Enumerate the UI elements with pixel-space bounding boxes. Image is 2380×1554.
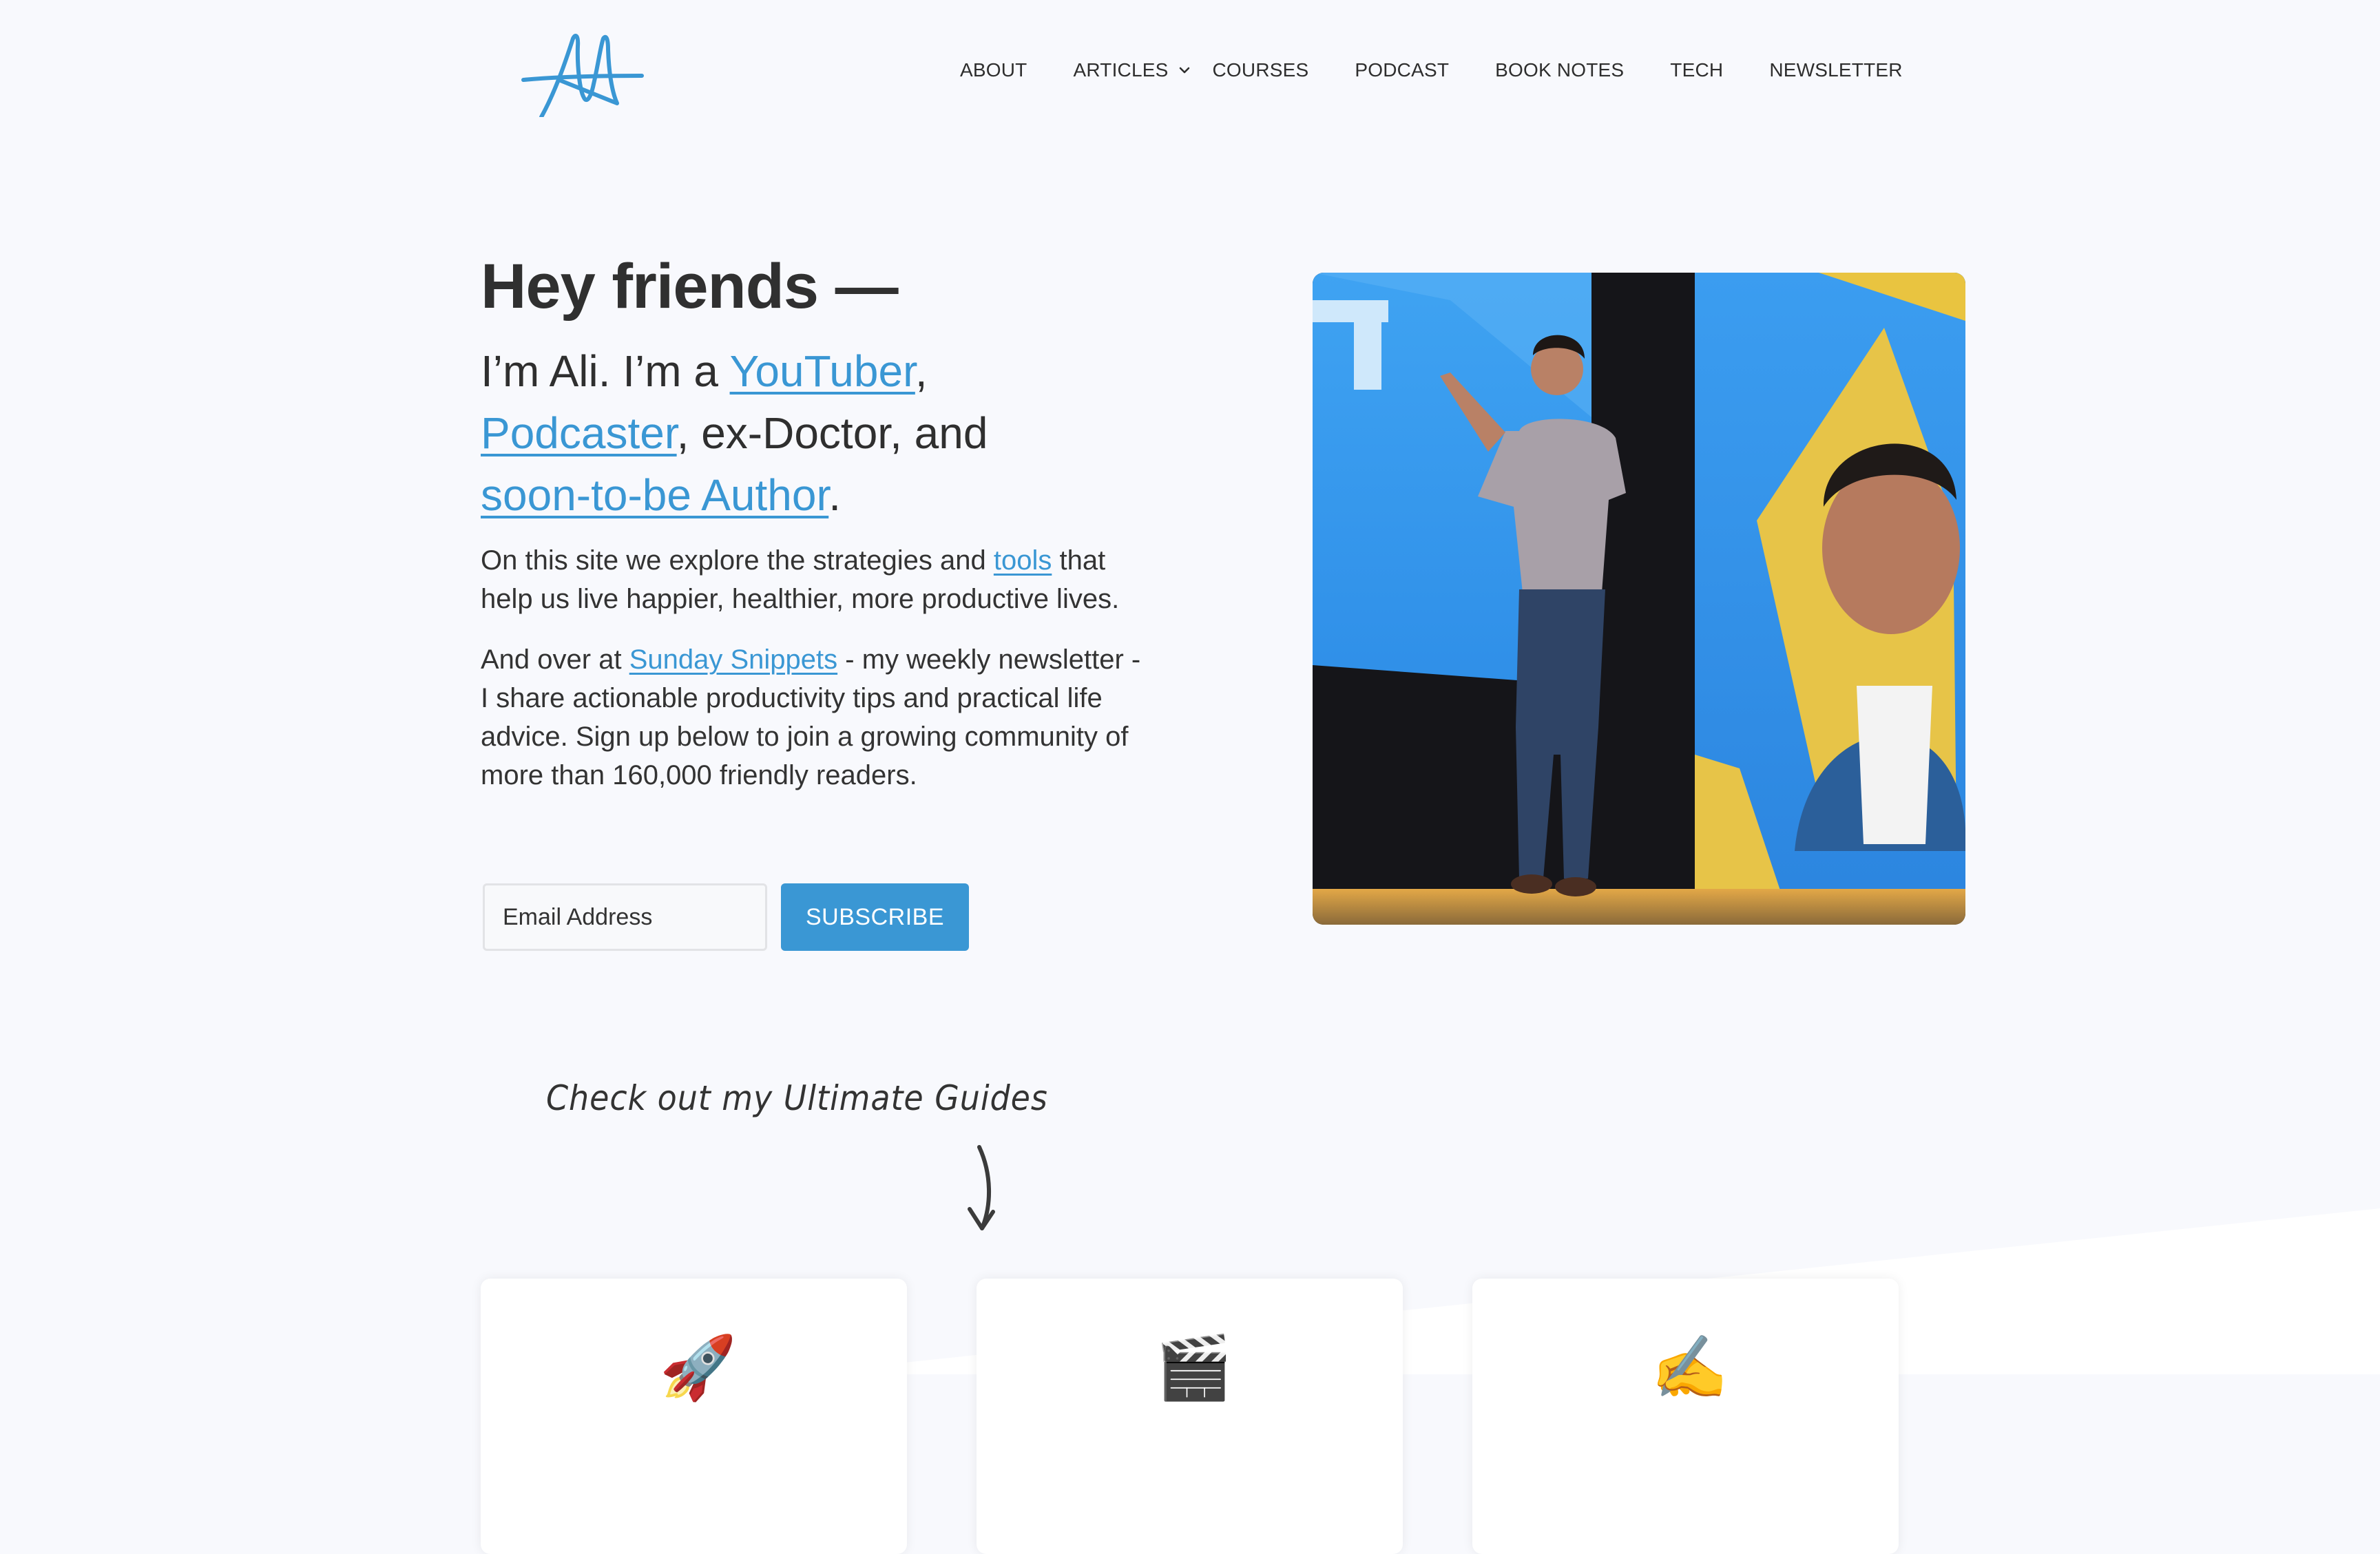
sunday-snippets-link[interactable]: Sunday Snippets	[629, 644, 837, 675]
clapper-board-icon: 🎬	[1155, 1334, 1233, 1403]
arrow-down-icon	[968, 1145, 995, 1230]
nav-book-notes[interactable]: Book Notes	[1495, 59, 1624, 81]
nav-courses[interactable]: Courses	[1213, 59, 1309, 81]
guide-cards: 🚀 🎬 ✍️	[481, 1279, 1899, 1554]
hero-photo	[1313, 273, 1965, 925]
intro-suffix: .	[828, 470, 842, 520]
hero-intro: I’m Ali. I’m a YouTuber, Podcaster, ex-D…	[481, 340, 1142, 526]
stage-photo-illustration	[1313, 273, 1965, 925]
nav-articles[interactable]: Articles	[1073, 59, 1191, 81]
main-nav: About Articles Courses Podcast Book Note…	[960, 59, 1903, 81]
p1-before: On this site we explore the strategies a…	[481, 545, 994, 576]
nav-articles-label: Articles	[1073, 59, 1169, 81]
rocket-icon: 🚀	[659, 1334, 737, 1403]
subscribe-button[interactable]: SUBSCRIBE	[781, 883, 969, 951]
nav-podcast[interactable]: Podcast	[1355, 59, 1449, 81]
nav-tech[interactable]: Tech	[1670, 59, 1723, 81]
site-logo[interactable]	[518, 29, 646, 117]
youtuber-link[interactable]: YouTuber	[730, 346, 915, 396]
guides-label: Check out my Ultimate Guides	[546, 1078, 1048, 1118]
intro-prefix: I’m Ali. I’m a	[481, 346, 730, 396]
guide-card-productivity[interactable]: 🚀	[481, 1279, 907, 1554]
email-input[interactable]	[483, 883, 767, 951]
writing-hand-icon: ✍️	[1651, 1334, 1729, 1403]
guide-card-writing[interactable]: ✍️	[1472, 1279, 1899, 1554]
author-link[interactable]: soon-to-be Author	[481, 470, 828, 520]
chevron-down-icon	[1179, 67, 1189, 74]
intro-sep: ,	[915, 346, 928, 396]
hero-title: Hey friends —	[481, 251, 899, 322]
podcaster-link[interactable]: Podcaster	[481, 408, 677, 458]
guide-card-youtube[interactable]: 🎬	[977, 1279, 1403, 1554]
hero-paragraph-1: On this site we explore the strategies a…	[481, 541, 1142, 618]
nav-newsletter[interactable]: Newsletter	[1769, 59, 1902, 81]
tools-link[interactable]: tools	[994, 545, 1052, 576]
background-diagonal	[792, 1208, 2380, 1374]
p2-before: And over at	[481, 644, 629, 675]
nav-about[interactable]: About	[960, 59, 1027, 81]
hero-paragraph-2: And over at Sunday Snippets - my weekly …	[481, 640, 1142, 795]
intro-middle: , ex-Doctor, and	[676, 408, 988, 458]
newsletter-form: SUBSCRIBE	[483, 883, 969, 951]
hero-text: Hey friends — I’m Ali. I’m a YouTuber, P…	[481, 248, 1142, 795]
